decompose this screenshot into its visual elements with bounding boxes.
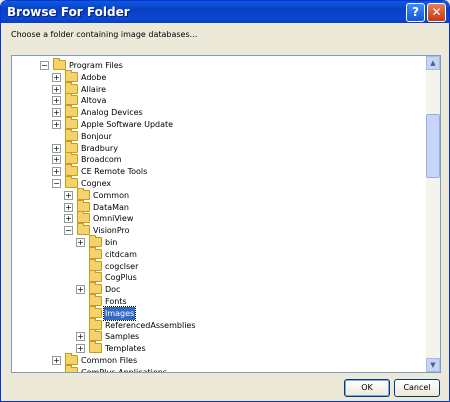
collapse-icon[interactable]: − xyxy=(52,179,61,188)
open-folder-icon xyxy=(65,176,78,188)
vertical-scrollbar[interactable]: ▲ ▼ xyxy=(426,56,440,372)
open-folder-icon xyxy=(77,223,90,236)
cancel-button[interactable]: Cancel xyxy=(394,379,440,397)
expand-icon[interactable]: + xyxy=(52,108,61,118)
folder-icon xyxy=(89,341,102,354)
folder-icon xyxy=(89,282,102,295)
browse-folder-dialog: Browse For Folder ? ✕ Choose a folder co… xyxy=(0,0,450,402)
expand-icon[interactable]: + xyxy=(52,120,61,129)
expand-icon[interactable]: + xyxy=(76,285,85,295)
folder-icon xyxy=(89,258,102,271)
collapse-icon[interactable]: − xyxy=(64,226,73,236)
folder-icon xyxy=(65,364,78,372)
folder-icon xyxy=(65,152,78,165)
folder-icon xyxy=(65,140,78,153)
close-button[interactable]: ✕ xyxy=(427,3,446,22)
expand-icon[interactable]: + xyxy=(52,84,61,94)
folder-icon xyxy=(65,128,78,141)
folder-tree[interactable]: − Program Files + Adobe + Allaire + Altova + Anal… xyxy=(11,55,441,373)
open-folder-icon xyxy=(53,58,66,70)
expand-icon[interactable]: + xyxy=(52,356,61,365)
scroll-down-button[interactable]: ▼ xyxy=(426,358,440,372)
folder-icon xyxy=(89,329,102,342)
expand-icon[interactable]: + xyxy=(76,344,85,354)
expand-icon[interactable]: + xyxy=(52,167,61,177)
folder-icon xyxy=(89,305,102,318)
folder-icon xyxy=(65,93,78,106)
ok-button[interactable]: OK xyxy=(344,379,390,397)
folder-icon xyxy=(65,353,78,365)
collapse-icon[interactable]: − xyxy=(40,61,49,70)
expand-icon[interactable]: + xyxy=(52,96,61,106)
scroll-thumb[interactable] xyxy=(426,114,440,178)
help-button[interactable]: ? xyxy=(406,3,425,22)
tree-item-label: ComPlus Applications xyxy=(81,367,167,373)
folder-icon xyxy=(89,246,102,259)
folder-icon xyxy=(89,294,102,306)
folder-icon xyxy=(65,105,78,118)
folder-icon xyxy=(77,187,90,200)
expand-icon[interactable]: + xyxy=(52,143,61,153)
dialog-title: Browse For Folder xyxy=(7,5,130,19)
expand-icon[interactable]: + xyxy=(64,190,73,200)
tree-item[interactable]: ComPlus Applications xyxy=(12,364,422,373)
expand-icon[interactable]: + xyxy=(52,155,61,165)
expand-icon[interactable]: + xyxy=(64,214,73,224)
folder-icon xyxy=(65,81,78,94)
expand-icon[interactable]: + xyxy=(52,72,61,82)
expand-icon[interactable]: + xyxy=(76,332,85,342)
expand-icon[interactable]: + xyxy=(64,202,73,212)
expand-icon[interactable]: + xyxy=(76,238,85,247)
folder-icon xyxy=(89,235,102,247)
folder-icon xyxy=(65,164,78,177)
title-bar[interactable]: Browse For Folder ? ✕ xyxy=(1,1,449,23)
folder-icon xyxy=(65,117,78,129)
folder-icon xyxy=(77,211,90,224)
folder-icon xyxy=(77,199,90,212)
folder-icon xyxy=(89,317,102,330)
scroll-up-button[interactable]: ▲ xyxy=(426,56,440,70)
folder-icon xyxy=(89,270,102,283)
folder-icon xyxy=(65,69,78,82)
dialog-prompt: Choose a folder containing image databas… xyxy=(11,30,198,39)
